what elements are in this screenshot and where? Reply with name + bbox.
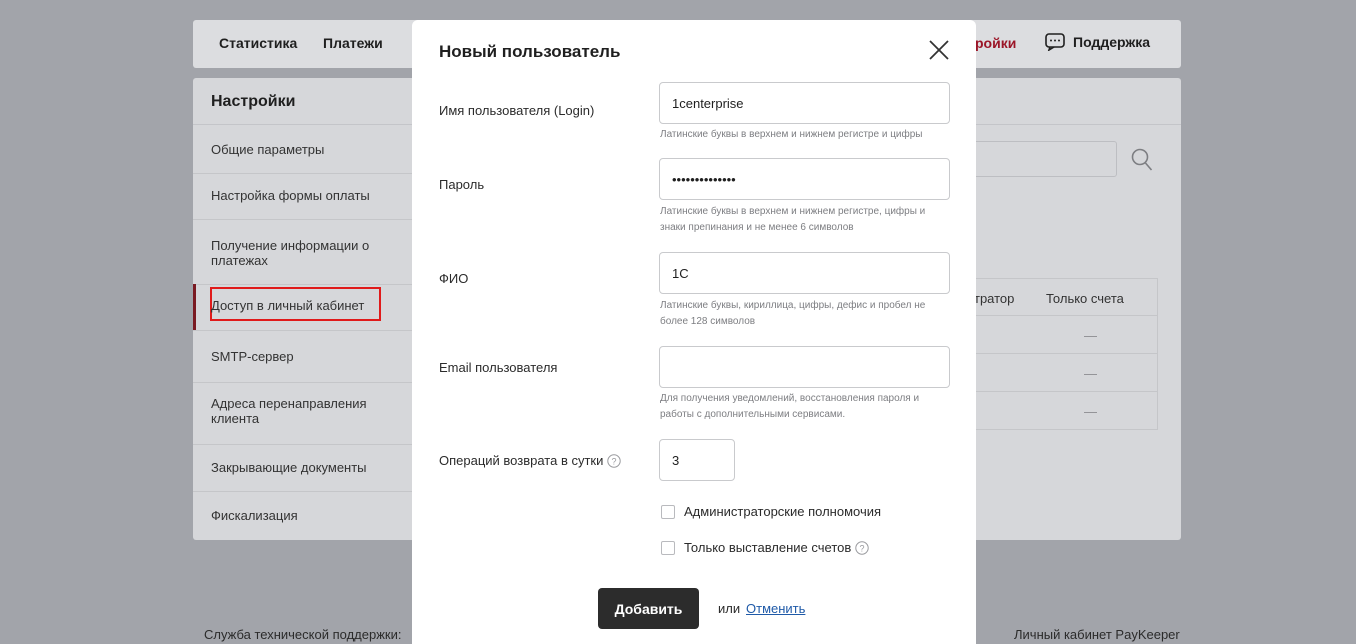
nav-support[interactable]: Поддержка xyxy=(1045,33,1150,51)
sidebar-item-general[interactable]: Общие параметры xyxy=(211,142,391,157)
fullname-label: ФИО xyxy=(439,271,469,286)
sidebar-item-smtp[interactable]: SMTP-сервер xyxy=(211,349,391,364)
sidebar-item-closing-docs[interactable]: Закрывающие документы xyxy=(211,460,391,475)
cancel-link[interactable]: Отменить xyxy=(746,601,805,616)
new-user-dialog: Новый пользователь Имя пользователя (Log… xyxy=(412,20,976,644)
sidebar-item-redirect[interactable]: Адреса перенаправления клиента xyxy=(211,396,391,426)
refunds-input[interactable] xyxy=(659,439,735,481)
invoices-only-label: Только выставление счетов xyxy=(684,540,852,555)
users-table-header: тратор Только счета xyxy=(973,278,1158,316)
column-header: Только счета xyxy=(1046,291,1124,306)
nav-support-label: Поддержка xyxy=(1073,34,1151,50)
login-hint: Латинские буквы в верхнем и нижнем регис… xyxy=(660,129,923,140)
sidebar-item-payment-form[interactable]: Настройка формы оплаты xyxy=(211,188,391,203)
dialog-title: Новый пользователь xyxy=(439,42,621,61)
email-label: Email пользователя xyxy=(439,360,558,375)
divider xyxy=(193,219,412,220)
table-row: — xyxy=(973,354,1158,392)
divider xyxy=(193,382,412,383)
close-icon[interactable] xyxy=(928,39,950,61)
email-input[interactable] xyxy=(659,346,950,388)
sidebar-item-fiscal[interactable]: Фискализация xyxy=(211,508,391,523)
email-hint: Для получения уведомлений, восстановлени… xyxy=(660,393,920,420)
invoices-checkbox-row[interactable]: Только выставление счетов ? xyxy=(661,540,869,555)
admin-checkbox[interactable] xyxy=(661,504,675,519)
divider xyxy=(193,173,412,174)
divider xyxy=(193,284,412,285)
svg-text:?: ? xyxy=(860,543,865,553)
invoices-only-checkbox[interactable] xyxy=(661,540,675,555)
sidebar-item-access[interactable]: Доступ в личный кабинет xyxy=(211,298,391,313)
table-row: — xyxy=(973,392,1158,430)
login-input[interactable] xyxy=(659,82,950,124)
settings-title: Настройки xyxy=(211,93,296,110)
fullname-input[interactable] xyxy=(659,252,950,294)
help-icon[interactable]: ? xyxy=(607,453,622,468)
login-label: Имя пользователя (Login) xyxy=(439,103,595,118)
password-hint: Латинские буквы в верхнем и нижнем регис… xyxy=(660,206,926,233)
search-input[interactable] xyxy=(973,141,1117,177)
footer-brand-text: Личный кабинет PayKeeper xyxy=(1014,627,1180,642)
table-cell: — xyxy=(1084,366,1097,381)
table-row: — xyxy=(973,316,1158,354)
add-button[interactable]: Добавить xyxy=(598,588,699,629)
active-indicator xyxy=(193,284,196,330)
sidebar-item-payment-info[interactable]: Получение информации о платежах xyxy=(211,238,391,268)
footer-support-text: Служба технической поддержки: xyxy=(204,627,402,642)
divider xyxy=(193,330,412,331)
search-icon[interactable] xyxy=(1131,148,1153,172)
chat-bubble-icon xyxy=(1045,33,1065,51)
fullname-hint: Латинские буквы, кириллица, цифры, дефис… xyxy=(660,300,926,327)
help-icon[interactable]: ? xyxy=(855,540,869,555)
divider xyxy=(193,444,412,445)
table-cell: — xyxy=(1084,328,1097,343)
nav-settings[interactable]: ройки xyxy=(975,35,1016,51)
nav-statistics[interactable]: Статистика xyxy=(219,35,297,51)
table-cell: — xyxy=(1084,404,1097,419)
nav-payments[interactable]: Платежи xyxy=(323,35,383,51)
refunds-label: Операций возврата в сутки ? xyxy=(439,453,622,468)
password-input[interactable] xyxy=(659,158,950,200)
admin-checkbox-label: Администраторские полномочия xyxy=(684,504,882,519)
or-text: или xyxy=(718,601,741,616)
admin-checkbox-row[interactable]: Администраторские полномочия xyxy=(661,504,881,519)
divider xyxy=(193,491,412,492)
svg-text:?: ? xyxy=(612,456,617,466)
column-header: тратор xyxy=(974,291,1015,306)
refunds-label-text: Операций возврата в сутки xyxy=(439,453,604,468)
password-label: Пароль xyxy=(439,177,485,192)
